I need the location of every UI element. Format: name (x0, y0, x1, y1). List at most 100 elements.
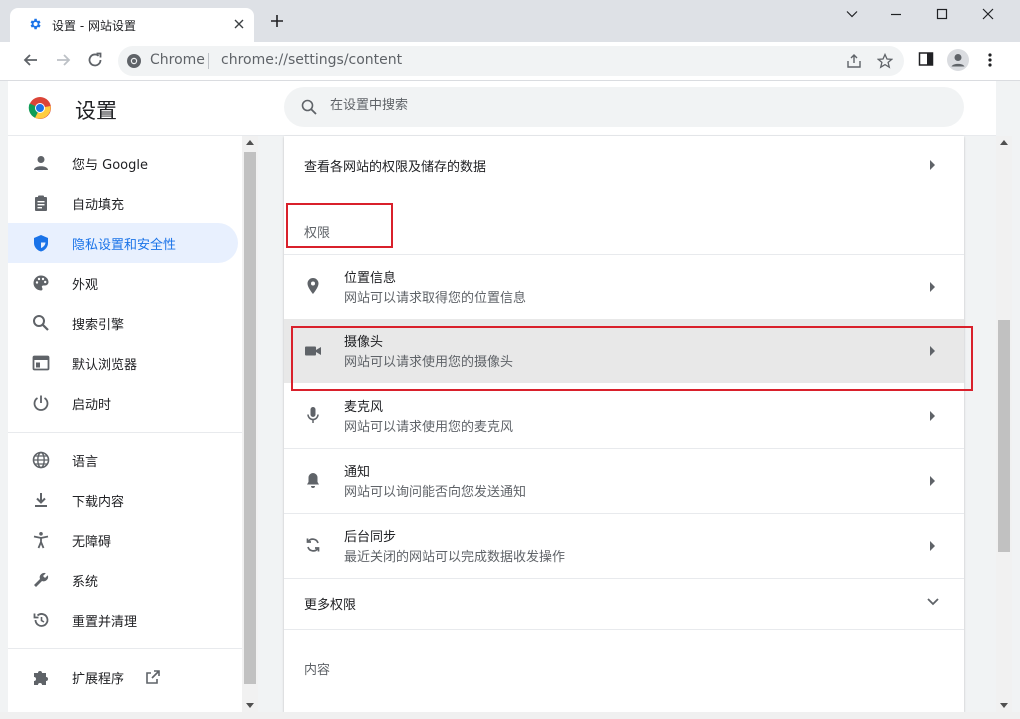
scroll-down-arrow-icon[interactable] (246, 703, 254, 708)
bookmark-star-icon[interactable] (877, 53, 893, 69)
row-subtitle: 最近关闭的网站可以完成数据收发操作 (344, 550, 566, 565)
chevron-right-icon (930, 282, 936, 292)
sidebar-scroll-thumb[interactable] (244, 152, 256, 684)
scroll-up-arrow-icon[interactable] (1000, 140, 1008, 145)
clipboard-icon (32, 194, 50, 212)
main-scroll-thumb[interactable] (998, 320, 1010, 552)
row-title: 位置信息 (344, 271, 397, 286)
sidebar-item-label: 语言 (72, 455, 99, 470)
sidebar-item-privacy[interactable]: 隐私设置和安全性 (8, 223, 238, 263)
maximize-icon[interactable] (922, 8, 962, 24)
sidebar-item-appearance[interactable]: 外观 (8, 263, 238, 303)
back-arrow-icon[interactable] (22, 51, 40, 69)
title-bar: 设置 - 网站设置 (0, 0, 1020, 42)
reload-icon[interactable] (86, 51, 104, 69)
download-icon (32, 491, 50, 509)
address-bar[interactable]: Chrome chrome://settings/content (118, 46, 904, 76)
puzzle-icon (32, 668, 50, 686)
external-link-icon[interactable] (145, 669, 161, 685)
sidebar-item-languages[interactable]: 语言 (8, 440, 238, 480)
active-tab[interactable]: 设置 - 网站设置 (10, 8, 254, 42)
close-tab-icon[interactable] (234, 19, 244, 29)
row-subtitle: 网站可以询问能否向您发送通知 (344, 485, 527, 500)
page-title: 设置 (75, 99, 117, 123)
accessibility-icon (32, 531, 50, 549)
sidebar-item-label: 自动填充 (72, 198, 125, 213)
globe-icon (32, 451, 50, 469)
microphone-icon (304, 406, 322, 424)
more-permissions-label: 更多权限 (304, 598, 357, 613)
sidebar-divider (8, 648, 242, 649)
row-title: 后台同步 (344, 530, 397, 545)
power-icon (32, 394, 50, 412)
sidebar-item-label: 外观 (72, 278, 99, 293)
sidebar-nav: 您与 Google 自动填充 隐私设置和安全性 外观 搜索引擎 默认浏览器 启动… (8, 136, 242, 712)
chrome-site-icon (126, 53, 142, 69)
menu-dots-icon[interactable] (986, 51, 994, 69)
sidebar-item-you-and-google[interactable]: 您与 Google (8, 143, 238, 183)
row-title: 麦克风 (344, 400, 384, 415)
sidebar-item-reset[interactable]: 重置并清理 (8, 600, 238, 640)
permission-row-notifications[interactable]: 通知 网站可以询问能否向您发送通知 (284, 449, 964, 513)
scroll-up-arrow-icon[interactable] (246, 140, 254, 145)
sidebar-item-system[interactable]: 系统 (8, 560, 238, 600)
permission-row-background-sync[interactable]: 后台同步 最近关闭的网站可以完成数据收发操作 (284, 514, 964, 578)
row-divider (284, 629, 964, 630)
browser-toolbar: Chrome chrome://settings/content (0, 42, 1020, 81)
minimize-icon[interactable] (876, 8, 916, 24)
sidebar-item-accessibility[interactable]: 无障碍 (8, 520, 238, 560)
wrench-icon (32, 571, 50, 589)
sidebar-item-label: 搜索引擎 (72, 318, 125, 333)
sidebar-item-extensions[interactable]: 扩展程序 (8, 657, 238, 697)
shield-icon (32, 234, 50, 252)
sidebar-divider (8, 432, 242, 433)
settings-search-box[interactable] (284, 87, 964, 127)
search-icon (301, 99, 317, 115)
bell-icon (304, 471, 322, 489)
sidebar-item-search-engine[interactable]: 搜索引擎 (8, 303, 238, 343)
location-pin-icon (304, 277, 322, 295)
sidebar-item-on-startup[interactable]: 启动时 (8, 383, 238, 423)
gear-icon (28, 17, 42, 31)
avatar[interactable] (947, 49, 969, 71)
permission-row-microphone[interactable]: 麦克风 网站可以请求使用您的麦克风 (284, 384, 964, 448)
new-tab-icon[interactable] (270, 14, 284, 28)
sidebar-item-autofill[interactable]: 自动填充 (8, 183, 238, 223)
chevron-right-icon (930, 476, 936, 486)
scroll-down-arrow-icon[interactable] (1000, 703, 1008, 708)
browser-icon (32, 354, 50, 372)
more-permissions-row[interactable]: 更多权限 (284, 579, 964, 629)
chevron-down-icon[interactable] (832, 8, 872, 24)
side-panel-icon[interactable] (918, 51, 934, 67)
chevron-right-icon (930, 411, 936, 421)
restore-icon (32, 611, 50, 629)
sidebar-item-label: 您与 Google (72, 158, 148, 173)
forward-arrow-icon[interactable] (54, 51, 72, 69)
permissions-highlight-box (286, 203, 393, 248)
sidebar-item-label: 启动时 (72, 398, 112, 413)
chevron-right-icon (930, 160, 936, 170)
sidebar-item-downloads[interactable]: 下载内容 (8, 480, 238, 520)
omnibox-divider (208, 53, 209, 69)
sidebar-scrollbar[interactable] (242, 136, 258, 712)
sidebar-item-label: 无障碍 (72, 535, 112, 550)
search-input[interactable] (328, 97, 892, 114)
sync-icon (304, 536, 322, 554)
row-subtitle: 网站可以请求使用您的麦克风 (344, 420, 514, 435)
sidebar-item-label: 隐私设置和安全性 (72, 238, 177, 253)
window-bottom-edge (0, 712, 1020, 719)
row-title: 通知 (344, 465, 371, 480)
sidebar-item-label: 默认浏览器 (72, 358, 138, 373)
content-heading: 内容 (304, 663, 331, 678)
row-subtitle: 网站可以请求取得您的位置信息 (344, 291, 527, 306)
sidebar-item-default-browser[interactable]: 默认浏览器 (8, 343, 238, 383)
url-text[interactable]: chrome://settings/content (221, 52, 402, 68)
chevron-right-icon (930, 541, 936, 551)
main-scrollbar[interactable] (996, 136, 1012, 712)
permission-row-location[interactable]: 位置信息 网站可以请求取得您的位置信息 (284, 254, 964, 319)
view-site-permissions-row[interactable]: 查看各网站的权限及储存的数据 (284, 136, 964, 194)
share-icon[interactable] (846, 53, 862, 69)
close-window-icon[interactable] (968, 8, 1008, 24)
site-label: Chrome (150, 52, 205, 68)
sidebar-item-label: 扩展程序 (72, 672, 125, 687)
